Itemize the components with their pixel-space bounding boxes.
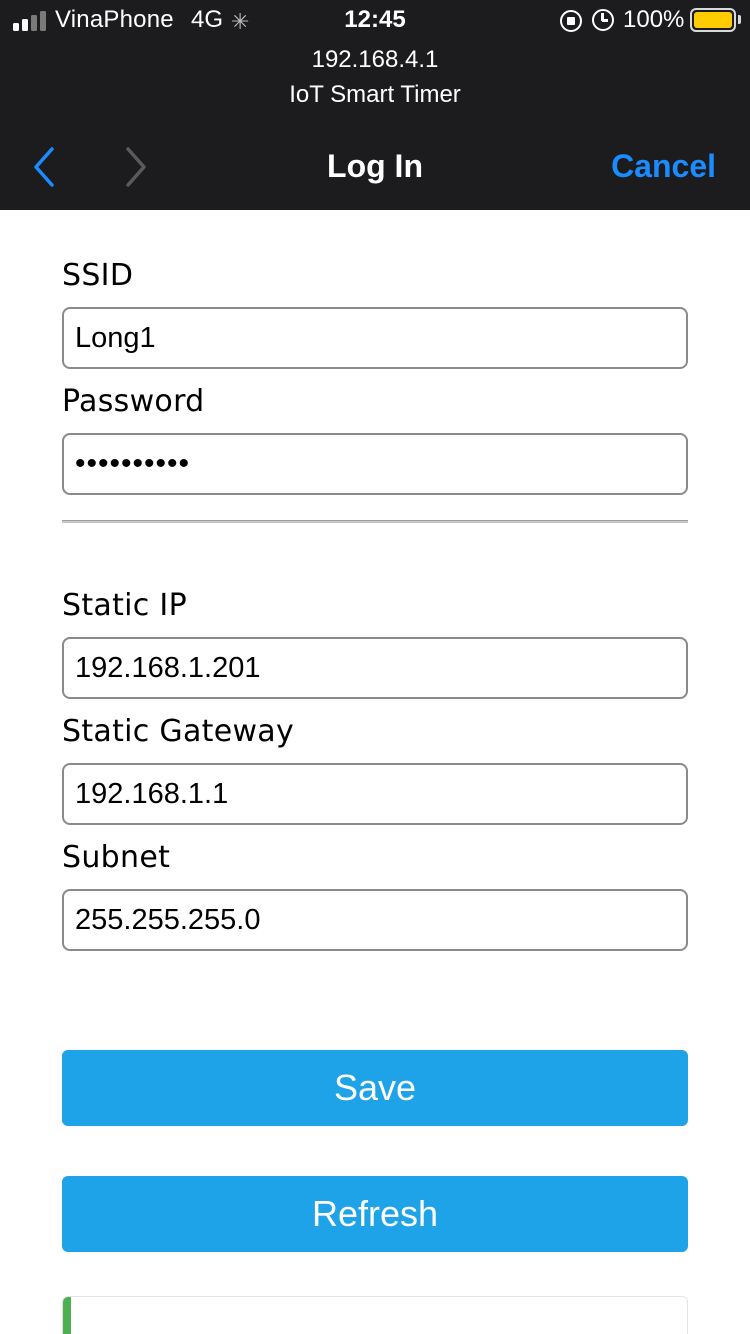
- subnet-input[interactable]: 255.255.255.0: [62, 889, 688, 951]
- section-divider: [62, 520, 688, 523]
- battery-level: [694, 12, 732, 28]
- page-host: 192.168.4.1: [311, 46, 439, 73]
- password-input[interactable]: ••••••••••: [62, 433, 688, 495]
- static-ip-input[interactable]: 192.168.1.201: [62, 637, 688, 699]
- alarm-icon: [592, 9, 614, 31]
- battery-icon: [690, 8, 736, 32]
- cancel-button[interactable]: Cancel: [611, 148, 716, 185]
- orientation-lock-icon: [560, 10, 582, 32]
- save-button[interactable]: Save: [62, 1050, 688, 1126]
- battery-percentage: 100%: [623, 6, 685, 33]
- subnet-label: Subnet: [62, 840, 171, 875]
- status-accent-bar: [63, 1297, 71, 1334]
- ssid-label: SSID: [62, 258, 134, 293]
- static-gateway-input[interactable]: 192.168.1.1: [62, 763, 688, 825]
- status-message-box: [62, 1296, 688, 1334]
- static-ip-label: Static IP: [62, 588, 187, 623]
- page-site-name: IoT Smart Timer: [289, 81, 461, 108]
- status-bar: VinaPhone 4G ✳ 12:45 100%: [0, 0, 750, 42]
- browser-header: VinaPhone 4G ✳ 12:45 100% 192.168.4.1 Io…: [0, 0, 750, 210]
- ssid-input[interactable]: Long1: [62, 307, 688, 369]
- battery-tip: [738, 15, 741, 24]
- refresh-button[interactable]: Refresh: [62, 1176, 688, 1252]
- static-gateway-label: Static Gateway: [62, 714, 295, 749]
- password-label: Password: [62, 384, 205, 419]
